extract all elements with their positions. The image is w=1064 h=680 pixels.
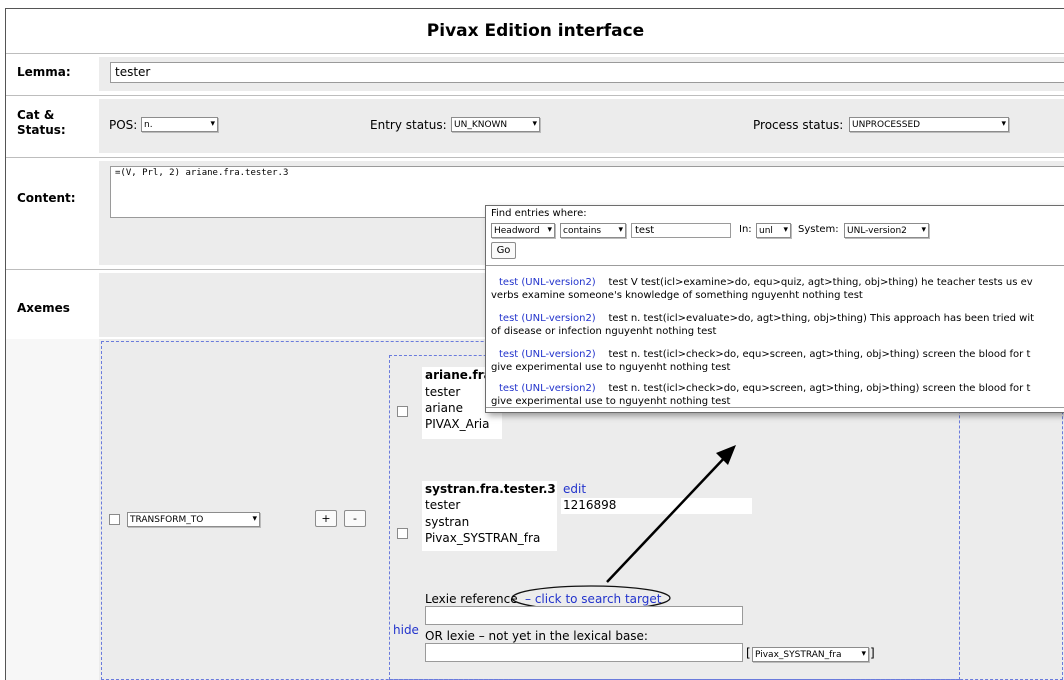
popup-bottom-divider	[486, 407, 1064, 408]
select-arrow-icon: ▾	[783, 225, 788, 235]
result-line2: of disease or infection nguyenht nothing…	[491, 326, 717, 337]
result-head[interactable]: test (UNL-version2)	[499, 383, 596, 394]
result-item[interactable]: test (UNL-version2) test n. test(icl>che…	[491, 348, 1064, 374]
result-line1: test n. test(icl>evaluate>do, agt>thing,…	[608, 313, 1035, 324]
result-line2: give experimental use to nguyenht nothin…	[491, 362, 731, 373]
result-head[interactable]: test (UNL-version2)	[499, 349, 596, 360]
in-label: In:	[739, 224, 752, 235]
result-line2: verbs examine someone's knowledge of som…	[491, 290, 863, 301]
system-label: System:	[798, 224, 839, 235]
system-select[interactable]: UNL-version2 ▾	[844, 223, 929, 238]
system-value: UNL-version2	[847, 226, 907, 236]
search-field-value: Headword	[494, 226, 540, 236]
find-entries-popup: Find entries where: Headword ▾ contains ▾ …	[485, 205, 1064, 413]
operator-value: contains	[563, 226, 602, 236]
select-arrow-icon: ▾	[618, 225, 623, 235]
result-item[interactable]: test (UNL-version2) test n. test(icl>che…	[491, 382, 1064, 408]
in-value: unl	[759, 226, 773, 236]
find-entries-label: Find entries where:	[491, 208, 587, 219]
search-query-input[interactable]: test	[631, 223, 731, 238]
result-head[interactable]: test (UNL-version2)	[499, 313, 596, 324]
result-item[interactable]: test (UNL-version2) test n. test(icl>eva…	[491, 312, 1064, 338]
select-arrow-icon: ▾	[921, 225, 926, 235]
go-button[interactable]: Go	[491, 242, 516, 259]
operator-select[interactable]: contains ▾	[560, 223, 626, 238]
search-field-select[interactable]: Headword ▾	[491, 223, 555, 238]
result-line1: test n. test(icl>check>do, equ>screen, a…	[608, 349, 1031, 360]
popup-divider	[486, 265, 1064, 266]
result-line1: test V test(icl>examine>do, equ>quiz, ag…	[608, 277, 1033, 288]
select-arrow-icon: ▾	[547, 225, 552, 235]
result-item[interactable]: test (UNL-version2) test V test(icl>exam…	[491, 276, 1064, 302]
in-select[interactable]: unl ▾	[756, 223, 791, 238]
result-line1: test n. test(icl>check>do, equ>screen, a…	[608, 383, 1031, 394]
result-head[interactable]: test (UNL-version2)	[499, 277, 596, 288]
